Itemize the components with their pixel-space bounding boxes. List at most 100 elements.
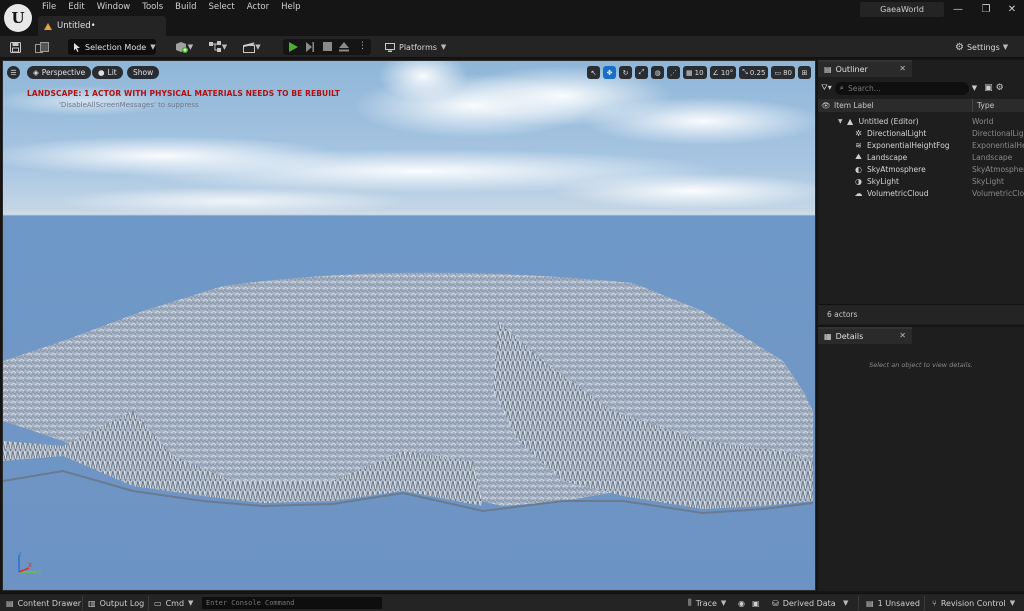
rotation-snap-value: 10° bbox=[720, 68, 734, 77]
outliner-search-input[interactable]: ⌕ Search... bbox=[834, 81, 969, 95]
world-space-icon[interactable]: ◍ bbox=[651, 66, 664, 79]
details-icon: ▦ bbox=[824, 332, 832, 341]
outliner-toolbar: ⛛▾ ⌕ Search... ▼ ▣ ⚙ bbox=[818, 79, 1024, 97]
sky-atmosphere-icon: ◐ bbox=[855, 164, 862, 174]
rotate-tool-icon[interactable]: ↻ bbox=[619, 66, 632, 79]
outliner-tab[interactable]: ▤ Outliner ✕ bbox=[818, 60, 912, 77]
divider bbox=[924, 596, 925, 610]
viewport-layout-icon[interactable]: ⊞ bbox=[798, 66, 811, 79]
outliner-row-skylight[interactable]: ◑ SkyLight SkyLight bbox=[818, 175, 1024, 187]
camera-speed-value: 80 bbox=[783, 68, 792, 77]
minimize-button[interactable]: — bbox=[946, 2, 970, 16]
level-tab[interactable]: Untitled• bbox=[38, 16, 166, 36]
platforms-dropdown[interactable]: Platforms ▼ bbox=[381, 39, 451, 55]
menu-actor[interactable]: Actor bbox=[241, 0, 275, 14]
play-icon[interactable] bbox=[289, 42, 298, 52]
outliner-column-header: 👁 Item Label Type bbox=[818, 99, 1024, 112]
view-mode-dropdown[interactable]: ● Lit bbox=[92, 66, 123, 79]
suppress-hint-message: 'DisableAllScreenMessages' to suppress bbox=[59, 101, 199, 109]
select-tool-icon[interactable]: ↖ bbox=[587, 66, 600, 79]
add-folder-icon[interactable]: ▣ bbox=[984, 83, 993, 93]
title-bar: U File Edit Window Tools Build Select Ac… bbox=[0, 0, 1024, 36]
close-window-button[interactable]: ✕ bbox=[1000, 2, 1024, 16]
filter-icon[interactable]: ⛛▾ bbox=[821, 83, 832, 93]
derived-data-chevron-icon[interactable]: ▼ bbox=[843, 597, 848, 609]
details-tab[interactable]: ▦ Details ✕ bbox=[818, 327, 912, 344]
translate-tool-icon[interactable]: ✥ bbox=[603, 66, 616, 79]
output-log-label: Output Log bbox=[99, 598, 145, 608]
stop-icon[interactable] bbox=[323, 42, 332, 51]
outliner-settings-icon[interactable]: ⚙ bbox=[996, 83, 1004, 93]
trace-icon: ⫼ bbox=[688, 598, 692, 607]
content-drawer-button[interactable]: ▤ Content Drawer bbox=[6, 597, 81, 609]
perspective-dropdown[interactable]: ◈ Perspective bbox=[27, 66, 92, 79]
add-actor-icon[interactable]: ▼ bbox=[172, 40, 196, 54]
outliner-row-exponentialheightfog[interactable]: ≋ ExponentialHeightFog ExponentialHeight… bbox=[818, 139, 1024, 151]
axis-gizmo-icon: Z X Y bbox=[18, 552, 42, 576]
console-command-input[interactable] bbox=[202, 597, 382, 609]
play-controls: ⋮ bbox=[283, 39, 371, 55]
menu-build[interactable]: Build bbox=[169, 0, 202, 14]
restore-button[interactable]: ❐ bbox=[974, 2, 998, 16]
axis-y-label: Y bbox=[37, 569, 42, 576]
camera-speed-button[interactable]: ▭ 80 bbox=[771, 66, 795, 79]
menu-help[interactable]: Help bbox=[275, 0, 306, 14]
outliner-root-row[interactable]: ▼ ▲ Untitled (Editor) World bbox=[818, 115, 1024, 127]
scale-snap-button[interactable]: ⤡ 0.25 bbox=[739, 66, 769, 79]
column-type[interactable]: Type bbox=[972, 99, 994, 112]
rotation-snap-button[interactable]: ∠ 10° bbox=[709, 66, 737, 79]
record-icon[interactable]: ◉ bbox=[738, 597, 745, 609]
outliner-icon: ▤ bbox=[824, 65, 832, 74]
tree-expand-icon[interactable]: ▼ bbox=[838, 118, 843, 125]
level-tab-label: Untitled• bbox=[57, 21, 96, 31]
viewport-options-icon[interactable]: ☰ bbox=[7, 66, 20, 79]
save-icon[interactable] bbox=[8, 40, 22, 54]
menu-select[interactable]: Select bbox=[203, 0, 241, 14]
level-viewport[interactable]: ☰ ◈ Perspective ● Lit Show ↖ ✥ ↻ ⤢ ◍ ⋰ ▦… bbox=[2, 60, 816, 591]
trace-label: Trace bbox=[695, 598, 717, 608]
column-item-label[interactable]: Item Label bbox=[834, 101, 874, 110]
menu-tools[interactable]: Tools bbox=[136, 0, 169, 14]
unsaved-button[interactable]: ▤ 1 Unsaved bbox=[866, 597, 920, 609]
selection-mode-dropdown[interactable]: Selection Mode ▼ bbox=[68, 39, 156, 55]
unreal-logo[interactable]: U bbox=[4, 4, 32, 32]
derived-data-button[interactable]: ⛁ Derived Data bbox=[772, 597, 836, 609]
show-dropdown[interactable]: Show bbox=[127, 66, 160, 79]
step-icon[interactable] bbox=[306, 42, 314, 52]
directional-light-icon: ✲ bbox=[855, 128, 862, 138]
menu-edit[interactable]: Edit bbox=[62, 0, 90, 14]
settings-dropdown[interactable]: ⚙ Settings ▼ bbox=[955, 39, 1017, 55]
menu-window[interactable]: Window bbox=[91, 0, 137, 14]
row-label: SkyAtmosphere bbox=[867, 164, 926, 174]
outliner-panel: ▤ Outliner ✕ ⛛▾ ⌕ Search... ▼ ▣ ⚙ 👁 Item… bbox=[818, 60, 1024, 325]
search-chevron-down-icon[interactable]: ▼ bbox=[972, 84, 977, 92]
visibility-eye-icon[interactable]: 👁 bbox=[818, 101, 834, 110]
outliner-row-directionallight[interactable]: ✲ DirectionalLight DirectionalLight bbox=[818, 127, 1024, 139]
close-icon[interactable]: ✕ bbox=[899, 331, 906, 340]
cinematics-icon[interactable]: ▼ bbox=[240, 40, 264, 54]
row-label: ExponentialHeightFog bbox=[867, 140, 950, 150]
scale-tool-icon[interactable]: ⤢ bbox=[635, 66, 648, 79]
cmd-dropdown[interactable]: ▭ Cmd ▼ bbox=[154, 597, 193, 609]
show-label: Show bbox=[133, 68, 154, 77]
play-options-icon[interactable]: ⋮ bbox=[358, 41, 367, 51]
screenshot-icon[interactable]: ▣ bbox=[752, 597, 760, 609]
surface-snap-icon[interactable]: ⋰ bbox=[667, 66, 680, 79]
outliner-row-landscape[interactable]: ⛰ Landscape Landscape bbox=[818, 151, 1024, 163]
details-panel: ▦ Details ✕ Select an object to view det… bbox=[818, 327, 1024, 591]
sky-light-icon: ◑ bbox=[855, 176, 862, 186]
row-type: VolumetricCloud bbox=[972, 188, 1024, 198]
close-icon[interactable]: ✕ bbox=[899, 64, 906, 73]
content-drawer-icon: ▤ bbox=[6, 598, 14, 608]
source-control-icon[interactable] bbox=[34, 40, 50, 54]
eject-icon[interactable] bbox=[339, 42, 349, 52]
outliner-row-skyatmosphere[interactable]: ◐ SkyAtmosphere SkyAtmosphere bbox=[818, 163, 1024, 175]
output-log-button[interactable]: ▥ Output Log bbox=[88, 597, 144, 609]
revision-control-dropdown[interactable]: ⑂ Revision Control ▼ bbox=[932, 597, 1015, 609]
blueprint-icon[interactable]: ▼ bbox=[206, 40, 230, 54]
grid-snap-button[interactable]: ▦ 10 bbox=[683, 66, 707, 79]
menu-file[interactable]: File bbox=[36, 0, 62, 14]
outliner-row-volumetriccloud[interactable]: ☁ VolumetricCloud VolumetricCloud bbox=[818, 187, 1024, 199]
chevron-down-icon: ▼ bbox=[440, 43, 447, 51]
trace-dropdown[interactable]: ⫼ Trace ▼ bbox=[688, 597, 726, 609]
